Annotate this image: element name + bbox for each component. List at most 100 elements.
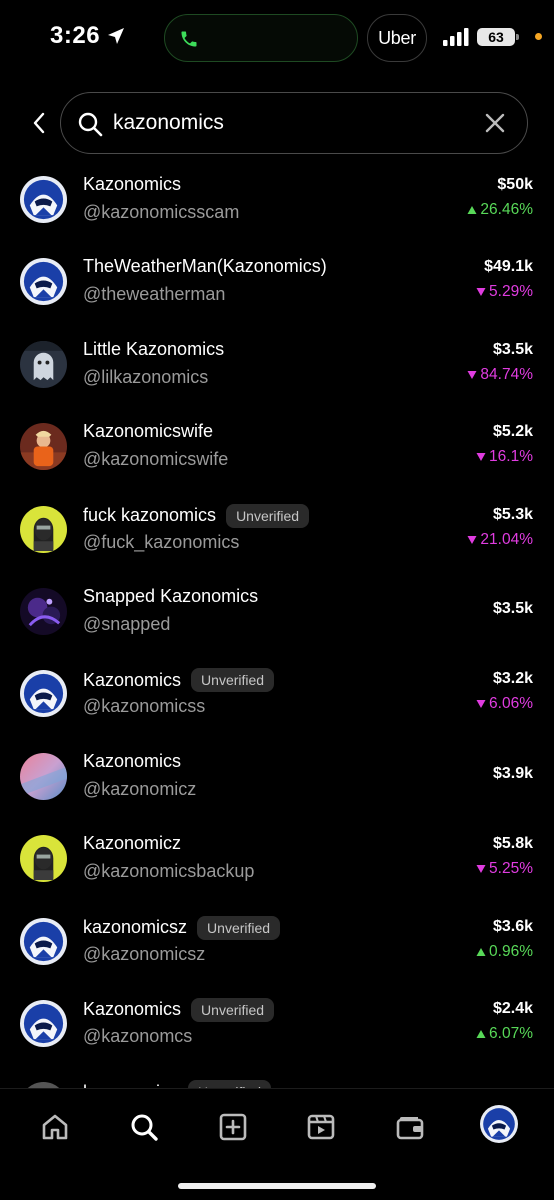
user-handle: @kazonomcs (83, 1025, 193, 1046)
battery-indicator: 63 (477, 28, 519, 46)
price-change: 84.74% (467, 366, 533, 384)
change-percent: 5.29% (489, 283, 533, 301)
user-handle: @lilkazonomics (83, 366, 209, 387)
price-value: $3.9k (492, 764, 533, 782)
result-row[interactable]: fuck kazonomics Unverified @fuck_kazonomic… (0, 488, 554, 570)
phone-icon (181, 31, 197, 47)
result-row[interactable]: Kazonomicz @kazonomicsbackup $5.8k 5.25% (0, 817, 554, 899)
display-name: TheWeatherMan(Kazonomics) (83, 256, 327, 277)
user-handle: @kazonomicz (83, 778, 197, 799)
status-bar: 3:26 Uber 63 (0, 0, 554, 80)
result-row[interactable]: Kazonomics @kazonomicz $3.9k (0, 735, 554, 817)
price-change: 21.04% (467, 531, 533, 549)
nav-search[interactable] (124, 1107, 164, 1147)
user-avatar (20, 423, 67, 471)
nav-video[interactable] (301, 1107, 341, 1147)
display-name: kazonomicsz (83, 917, 188, 938)
name-line: Snapped Kazonomics (83, 586, 258, 607)
name-line: Little Kazonomics (83, 339, 224, 360)
create-icon (219, 1113, 247, 1141)
user-avatar (20, 752, 67, 800)
price-value: $49.1k (484, 258, 533, 276)
result-row[interactable]: kazonomicsUnverified$5.4k (0, 1064, 554, 1088)
change-percent: 0.96% (489, 942, 533, 960)
result-row[interactable]: kazonomicsz Unverified @kazonomicsz $3.6k 0.… (0, 900, 554, 982)
mic-indicator-dot (535, 33, 542, 40)
name-line: kazonomicsUnverified (83, 1080, 272, 1088)
user-avatar (20, 999, 67, 1047)
price-value: $3.2k (492, 670, 533, 688)
active-call-pill[interactable] (164, 14, 358, 62)
price-value: $50k (497, 176, 533, 193)
change-percent: 6.06% (489, 695, 533, 713)
result-row[interactable]: Snapped Kazonomics @snapped $3.5k (0, 570, 554, 652)
user-handle: @kazonomicsbackup (83, 861, 255, 882)
video-icon (307, 1114, 335, 1140)
change-percent: 21.04% (480, 530, 533, 548)
user-handle: @kazonomicsscam (83, 202, 240, 222)
result-row[interactable]: Little Kazonomics @lilkazonomics $3.5k 84.7… (0, 323, 554, 405)
unverified-badge: Unverified (191, 997, 275, 1022)
chevron-left-icon (33, 112, 45, 134)
price-change: 0.96% (476, 943, 533, 961)
arrow-up-icon (476, 1029, 486, 1038)
change-percent: 5.25% (489, 860, 533, 878)
display-name: Kazonomics (83, 750, 182, 771)
location-arrow-icon (108, 28, 125, 44)
user-avatar (20, 587, 67, 635)
nav-home[interactable] (35, 1107, 75, 1147)
user-avatar (20, 176, 67, 223)
user-avatar (20, 835, 67, 883)
arrow-up-icon (476, 947, 486, 956)
clock: 3:26 (50, 22, 126, 50)
profile-avatar[interactable] (480, 1105, 518, 1143)
arrow-down-icon (476, 700, 486, 709)
price-change: 16.1% (476, 448, 533, 466)
name-line: Kazonomics (83, 751, 181, 772)
result-row[interactable]: Kazonomics @kazonomicsscam $50k 26.46% (0, 158, 554, 240)
display-name: Little Kazonomics (83, 338, 225, 359)
result-row[interactable]: Kazonomics Unverified @kazonomicss $3.2k 6.0… (0, 652, 554, 734)
back-button[interactable] (24, 108, 54, 138)
name-line: Kazonomicz (83, 833, 181, 854)
result-row[interactable]: Kazonomicswife @kazonomicswife $5.2k 16.1% (0, 405, 554, 487)
cellular-signal-icon (443, 28, 469, 46)
name-line: Kazonomics (83, 174, 181, 195)
user-avatar (20, 340, 67, 388)
search-input[interactable] (113, 93, 463, 152)
user-handle: @kazonomicswife (83, 449, 229, 470)
name-line: Kazonomicswife (83, 421, 213, 442)
change-percent: 84.74% (480, 365, 533, 383)
unverified-badge: Unverified (197, 915, 281, 940)
price-change: 6.07% (476, 1025, 533, 1043)
user-handle: @kazonomicsz (83, 943, 206, 964)
display-name: Kazonomics (83, 669, 182, 690)
change-percent: 16.1% (489, 448, 533, 466)
price-value: $3.5k (492, 599, 533, 617)
uber-live-activity[interactable]: Uber (367, 14, 427, 62)
nav-create[interactable] (213, 1107, 253, 1147)
price-change: 6.06% (476, 695, 533, 713)
clock-time: 3:26 (50, 22, 101, 49)
close-icon[interactable] (483, 111, 507, 135)
price-change: 5.25% (476, 860, 533, 878)
change-percent: 26.46% (480, 201, 533, 218)
home-indicator (178, 1183, 376, 1189)
display-name: Kazonomicswife (83, 421, 214, 442)
result-row[interactable]: TheWeatherMan(Kazonomics) @theweatherman $… (0, 240, 554, 322)
price-value: $3.5k (492, 340, 533, 358)
name-line: fuck kazonomics Unverified (83, 503, 310, 528)
user-handle: @fuck_kazonomics (83, 531, 240, 552)
display-name: Kazonomics (83, 174, 182, 194)
user-avatar (20, 670, 67, 718)
home-icon (42, 1114, 68, 1140)
arrow-down-icon (476, 288, 486, 297)
nav-wallet[interactable] (390, 1107, 430, 1147)
user-avatar (20, 917, 67, 965)
name-line: kazonomicsz Unverified (83, 915, 281, 940)
search-bar[interactable] (60, 92, 528, 154)
result-row[interactable]: Kazonomics Unverified @kazonomcs $2.4k 6.07% (0, 982, 554, 1064)
user-handle: @kazonomicss (83, 696, 206, 717)
arrow-down-icon (467, 535, 477, 544)
unverified-badge: Unverified (188, 1080, 272, 1088)
